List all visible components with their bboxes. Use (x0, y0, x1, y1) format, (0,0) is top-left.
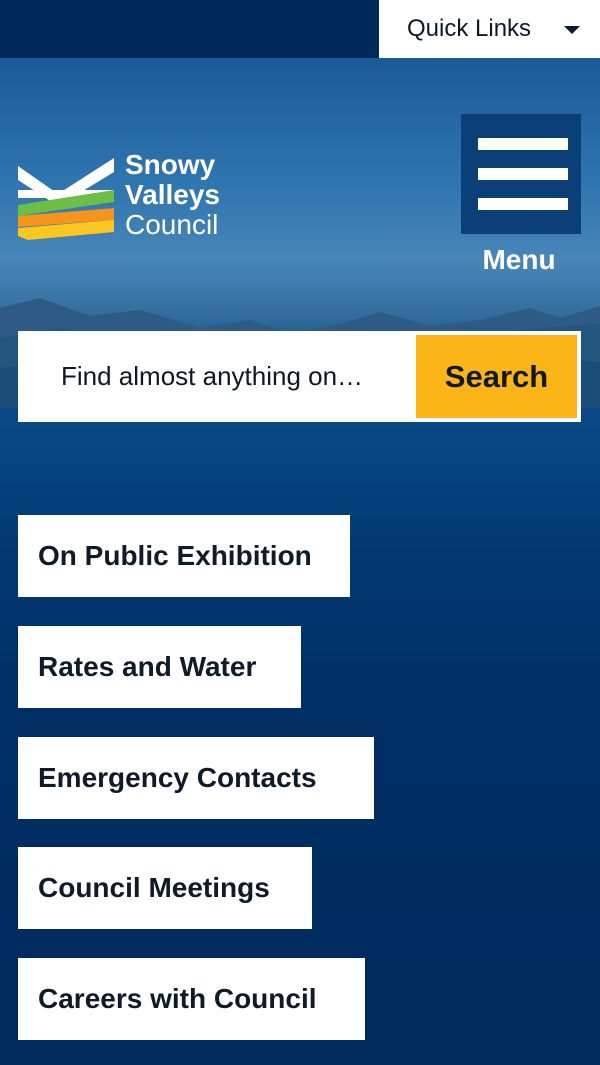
hamburger-icon-bar (478, 168, 568, 180)
quick-links-label: Quick Links (407, 15, 532, 42)
menu-button[interactable] (461, 114, 581, 234)
chevron-down-icon (564, 26, 580, 34)
logo-line-3: Council (125, 209, 219, 240)
careers-with-council-button[interactable]: Careers with Council (18, 958, 365, 1040)
menu-label[interactable]: Menu (461, 244, 577, 276)
rates-and-water-button[interactable]: Rates and Water (18, 626, 301, 708)
logo-text: Snowy Valleys Council (125, 150, 220, 240)
search-bar: Search (18, 331, 581, 422)
search-input[interactable] (18, 331, 416, 422)
council-meetings-button[interactable]: Council Meetings (18, 847, 312, 929)
search-button[interactable]: Search (416, 335, 577, 418)
logo-line-1: Snowy (125, 149, 216, 180)
emergency-contacts-button[interactable]: Emergency Contacts (18, 737, 374, 819)
quick-links-dropdown[interactable]: Quick Links (379, 0, 600, 58)
hamburger-icon (478, 138, 568, 150)
logo-line-2: Valleys (125, 179, 220, 210)
hamburger-icon-bar (478, 198, 568, 210)
on-public-exhibition-button[interactable]: On Public Exhibition (18, 515, 350, 597)
